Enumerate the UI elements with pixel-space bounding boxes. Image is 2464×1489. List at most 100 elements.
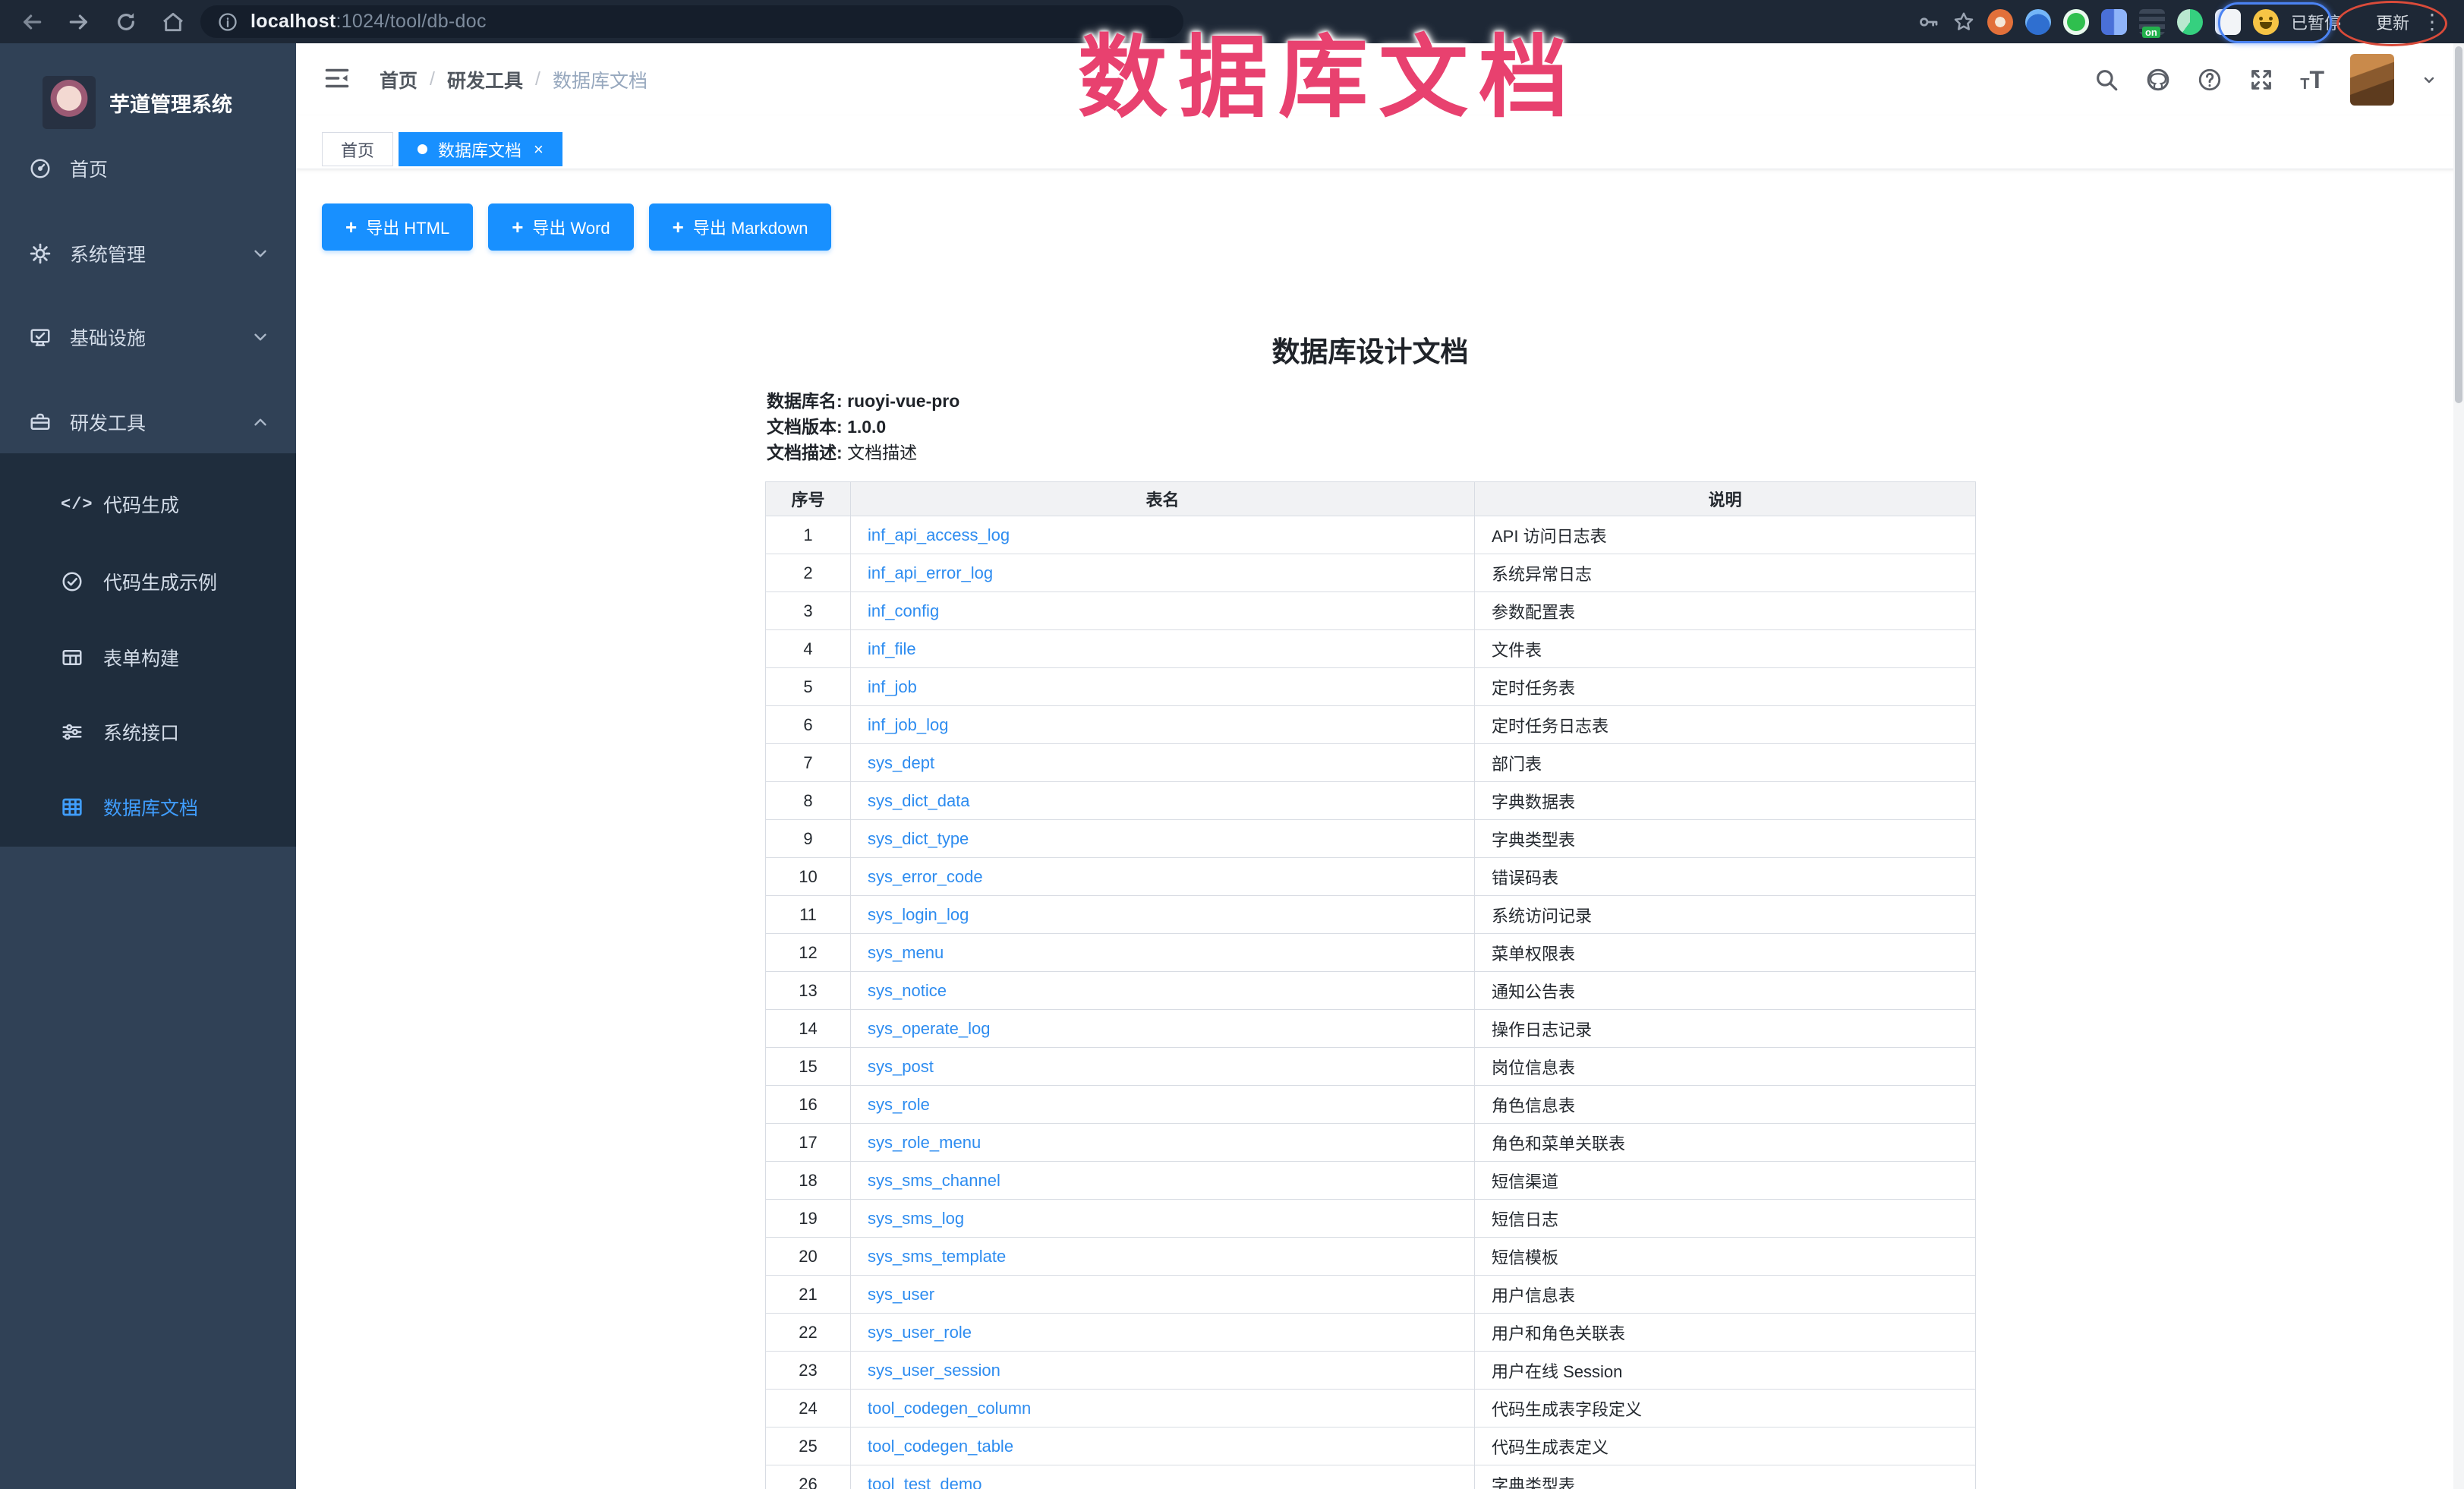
extension-icon[interactable] — [2063, 9, 2089, 35]
table-name-link[interactable]: inf_api_access_log — [868, 525, 1010, 544]
user-avatar[interactable] — [2350, 54, 2394, 106]
app-header: 首页 / 研发工具 / 数据库文档 TT — [296, 43, 2464, 115]
extension-icon[interactable] — [2101, 9, 2127, 35]
row-index-cell: 26 — [766, 1465, 851, 1489]
export-markdown-button[interactable]: + 导出 Markdown — [649, 203, 832, 251]
sidebar-item-codegen-example[interactable]: 代码生成示例 — [0, 544, 296, 620]
table-name-link[interactable]: sys_post — [868, 1057, 934, 1076]
table-desc-cell: 系统异常日志 — [1475, 554, 1976, 592]
url-text: localhost:1024/tool/db-doc — [250, 11, 487, 33]
table-row: 5inf_job定时任务表 — [766, 668, 1976, 706]
table-name-link[interactable]: sys_error_code — [868, 867, 983, 886]
toolbox-icon — [29, 411, 52, 434]
row-index-cell: 16 — [766, 1086, 851, 1124]
table-name-link[interactable]: sys_role — [868, 1095, 930, 1114]
table-name-cell: tool_test_demo — [851, 1465, 1475, 1489]
export-word-button[interactable]: + 导出 Word — [488, 203, 633, 251]
sidebar-item-db-doc[interactable]: 数据库文档 — [0, 769, 296, 845]
table-name-cell: sys_menu — [851, 934, 1475, 972]
table-name-link[interactable]: inf_job — [868, 677, 917, 696]
table-desc-cell: 字典类型表 — [1475, 1465, 1976, 1489]
github-icon[interactable] — [2145, 67, 2171, 93]
table-name-cell: sys_role_menu — [851, 1124, 1475, 1162]
table-name-link[interactable]: sys_user — [868, 1285, 934, 1304]
browser-back-icon[interactable] — [20, 10, 44, 34]
help-icon[interactable] — [2197, 67, 2223, 93]
table-name-link[interactable]: sys_menu — [868, 943, 944, 962]
meta-doc-version: 文档版本: 1.0.0 — [767, 414, 959, 440]
table-row: 4inf_file文件表 — [766, 630, 1976, 668]
sidebar-item-code-generation[interactable]: </> 代码生成 — [0, 466, 296, 542]
table-name-link[interactable]: sys_sms_log — [868, 1209, 964, 1228]
sidebar-item-system-management[interactable]: 系统管理 — [0, 216, 296, 292]
bookmark-star-icon[interactable] — [1952, 11, 1975, 33]
page-scrollbar[interactable] — [2453, 43, 2464, 1489]
table-name-link[interactable]: sys_notice — [868, 981, 947, 1000]
table-desc-cell: 部门表 — [1475, 744, 1976, 782]
search-icon[interactable] — [2094, 67, 2119, 93]
table-name-link[interactable]: sys_operate_log — [868, 1019, 990, 1038]
tab-close-icon[interactable]: × — [534, 141, 544, 158]
browser-home-icon[interactable] — [161, 10, 185, 34]
table-desc-cell: 字典类型表 — [1475, 820, 1976, 858]
table-name-cell: inf_file — [851, 630, 1475, 668]
table-name-link[interactable]: sys_role_menu — [868, 1133, 981, 1152]
table-desc-cell: 定时任务日志表 — [1475, 706, 1976, 744]
table-name-link[interactable]: sys_dept — [868, 753, 934, 772]
meta-doc-description: 文档描述: 文档描述 — [767, 440, 959, 465]
table-name-link[interactable]: inf_file — [868, 639, 916, 658]
table-row: 15sys_post岗位信息表 — [766, 1048, 1976, 1086]
sidebar-item-infrastructure[interactable]: 基础设施 — [0, 299, 296, 375]
row-index-cell: 9 — [766, 820, 851, 858]
extension-icon[interactable] — [1987, 9, 2013, 35]
site-info-icon[interactable] — [217, 11, 238, 33]
export-html-button[interactable]: + 导出 HTML — [322, 203, 473, 251]
caret-down-icon[interactable] — [2420, 71, 2438, 89]
table-desc-cell: 操作日志记录 — [1475, 1010, 1976, 1048]
table-name-link[interactable]: inf_job_log — [868, 715, 948, 734]
url-bar[interactable]: localhost:1024/tool/db-doc — [200, 5, 1183, 38]
breadcrumb-home[interactable]: 首页 — [380, 66, 417, 93]
table-name-link[interactable]: inf_api_error_log — [868, 563, 993, 582]
table-row: 22sys_user_role用户和角色关联表 — [766, 1314, 1976, 1352]
table-name-link[interactable]: sys_sms_channel — [868, 1171, 1000, 1190]
fullscreen-icon[interactable] — [2248, 67, 2274, 93]
table-name-link[interactable]: sys_user_session — [868, 1361, 1000, 1380]
table-desc-cell: 角色信息表 — [1475, 1086, 1976, 1124]
extension-icon[interactable] — [2177, 9, 2203, 35]
plus-icon: + — [512, 216, 523, 239]
browser-reload-icon[interactable] — [114, 10, 138, 34]
sidebar-item-home[interactable]: 首页 — [0, 131, 296, 207]
breadcrumb-dev-tools[interactable]: 研发工具 — [447, 66, 523, 93]
table-desc-cell: 短信日志 — [1475, 1200, 1976, 1238]
scrollbar-thumb[interactable] — [2455, 46, 2462, 403]
code-icon: </> — [61, 495, 83, 514]
row-index-cell: 6 — [766, 706, 851, 744]
table-name-link[interactable]: sys_dict_type — [868, 829, 969, 848]
tab-db-doc[interactable]: 数据库文档 × — [399, 132, 562, 166]
table-desc-cell: 短信渠道 — [1475, 1162, 1976, 1200]
main-content: + 导出 HTML + 导出 Word + 导出 Markdown 数据库设计文… — [296, 169, 2464, 1489]
table-name-link[interactable]: inf_config — [868, 601, 939, 620]
font-size-icon[interactable]: TT — [2300, 68, 2324, 92]
extension-icon[interactable]: on — [2139, 9, 2165, 35]
table-row: 13sys_notice通知公告表 — [766, 972, 1976, 1010]
table-desc-cell: 代码生成表定义 — [1475, 1427, 1976, 1465]
sidebar-fold-icon[interactable] — [323, 65, 351, 92]
table-name-link[interactable]: sys_dict_data — [868, 791, 970, 810]
tab-home[interactable]: 首页 — [322, 132, 393, 166]
table-name-link[interactable]: tool_test_demo — [868, 1475, 982, 1489]
table-name-link[interactable]: tool_codegen_table — [868, 1437, 1013, 1456]
table-name-link[interactable]: sys_user_role — [868, 1323, 972, 1342]
row-index-cell: 4 — [766, 630, 851, 668]
sidebar-item-system-api[interactable]: 系统接口 — [0, 694, 296, 770]
table-name-link[interactable]: sys_login_log — [868, 905, 969, 924]
sidebar-item-form-builder[interactable]: 表单构建 — [0, 620, 296, 696]
sidebar-item-dev-tools[interactable]: 研发工具 — [0, 384, 296, 460]
browser-forward-icon[interactable] — [67, 10, 91, 34]
table-name-link[interactable]: tool_codegen_column — [868, 1399, 1031, 1418]
extension-icon[interactable] — [2025, 9, 2051, 35]
table-name-link[interactable]: sys_sms_template — [868, 1247, 1006, 1266]
chevron-down-icon — [250, 244, 270, 263]
passwords-key-icon[interactable] — [1917, 11, 1940, 33]
